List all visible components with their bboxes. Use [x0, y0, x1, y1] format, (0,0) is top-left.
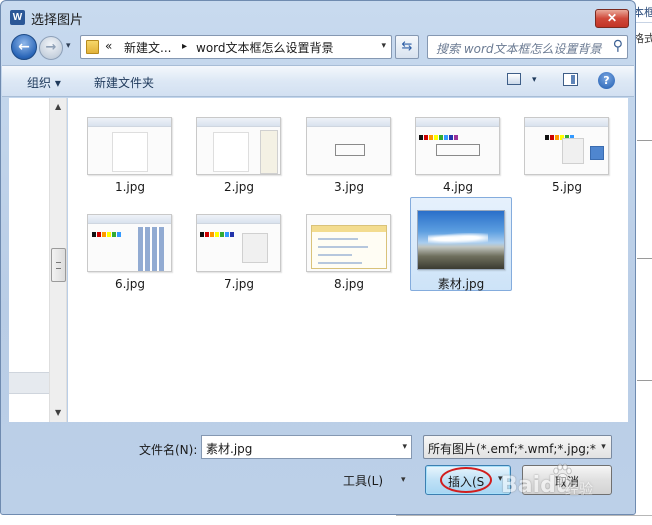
folder-icon — [86, 40, 99, 54]
help-icon[interactable]: ? — [598, 72, 615, 89]
file-item-6[interactable]: 6.jpg — [79, 208, 181, 302]
background-doc-line — [637, 380, 652, 381]
file-type-dropdown-icon[interactable]: ▾ — [596, 436, 611, 458]
file-name: 5.jpg — [551, 180, 583, 194]
address-bar[interactable]: « 新建文... ▸ word文本框怎么设置背景 ▾ — [80, 35, 392, 59]
organize-button[interactable]: 组织 ▾ — [27, 74, 61, 91]
navigation-pane[interactable] — [9, 98, 49, 422]
filename-input[interactable]: 素材.jpg ▾ — [201, 435, 412, 459]
file-item-7[interactable]: 7.jpg — [188, 208, 290, 302]
file-name: 3.jpg — [333, 180, 365, 194]
file-type-select[interactable]: 所有图片(*.emf;*.wmf;*.jpg;*.jpeg;*.png) ▾ — [423, 435, 612, 459]
file-thumbnail — [306, 214, 391, 272]
file-item-8[interactable]: 8.jpg — [298, 208, 400, 302]
search-icon[interactable]: ⚲ — [613, 38, 623, 54]
insert-button[interactable]: 插入(S ▾ — [425, 465, 511, 495]
file-thumbnail — [87, 214, 172, 272]
search-placeholder: 搜索 word文本框怎么设置背景 — [436, 42, 602, 56]
search-input[interactable]: 搜索 word文本框怎么设置背景 ⚲ — [427, 35, 628, 59]
forward-button[interactable]: → — [39, 36, 63, 60]
dialog-title: 选择图片 — [31, 13, 84, 28]
file-item-4[interactable]: 4.jpg — [407, 111, 509, 205]
background-doc-line — [637, 140, 652, 141]
close-button[interactable]: ✕ — [595, 9, 629, 28]
file-name: 4.jpg — [442, 180, 474, 194]
breadcrumb-overflow[interactable]: « — [105, 39, 112, 53]
file-thumbnail — [87, 117, 172, 175]
preview-pane-icon[interactable] — [563, 73, 578, 86]
recent-locations-dropdown[interactable]: ▾ — [66, 41, 71, 51]
insert-picture-dialog: W 选择图片 ✕ ← → ▾ « 新建文... ▸ word文本框怎么设置背景 … — [0, 0, 636, 515]
change-view-icon[interactable] — [507, 73, 521, 85]
file-name: 6.jpg — [114, 277, 146, 291]
file-thumbnail — [524, 117, 609, 175]
vertical-scrollbar[interactable]: ▲ ▼ — [49, 98, 67, 422]
background-doc-bottom-rule — [396, 515, 652, 525]
breadcrumb-item-parent[interactable]: 新建文... — [124, 39, 171, 56]
breadcrumb-item-current[interactable]: word文本框怎么设置背景 — [196, 39, 334, 56]
file-name: 2.jpg — [223, 180, 255, 194]
filename-label: 文件名(N): — [139, 443, 198, 457]
scroll-up-icon[interactable]: ▲ — [55, 102, 61, 111]
new-folder-button[interactable]: 新建文件夹 — [94, 74, 154, 91]
file-item-2[interactable]: 2.jpg — [188, 111, 290, 205]
filename-value: 素材.jpg — [206, 442, 253, 456]
background-doc-line — [637, 258, 652, 259]
file-type-value: 所有图片(*.emf;*.wmf;*.jpg;*.jpeg;*.png) — [428, 442, 611, 456]
file-name: 7.jpg — [223, 277, 255, 291]
back-button[interactable]: ← — [11, 34, 37, 60]
file-item-5[interactable]: 5.jpg — [516, 111, 618, 205]
tools-button[interactable]: 工具(L) — [343, 472, 383, 489]
title-bar[interactable]: W 选择图片 ✕ — [1, 1, 635, 31]
file-name: 1.jpg — [114, 180, 146, 194]
insert-dropdown-icon[interactable]: ▾ — [498, 474, 503, 484]
cancel-button[interactable]: 取消 — [522, 465, 612, 495]
word-app-icon: W — [10, 10, 25, 25]
file-thumbnail — [417, 210, 505, 270]
file-thumbnail — [196, 117, 281, 175]
filename-dropdown-icon[interactable]: ▾ — [402, 442, 407, 452]
tools-dropdown-icon[interactable]: ▾ — [401, 475, 406, 485]
file-item-3[interactable]: 3.jpg — [298, 111, 400, 205]
file-item-1[interactable]: 1.jpg — [79, 111, 181, 205]
cancel-button-label: 取消 — [554, 475, 579, 489]
file-list[interactable]: 1.jpg 2.jpg 3.jpg 4.jpg 5.jpg 6.jpg 7.jp… — [68, 98, 628, 422]
file-thumbnail — [196, 214, 281, 272]
address-dropdown-icon[interactable]: ▾ — [381, 41, 386, 51]
file-name: 8.jpg — [333, 277, 365, 291]
scrollbar-thumb[interactable] — [51, 248, 66, 282]
file-thumbnail — [415, 117, 500, 175]
command-toolbar: 组织 ▾ 新建文件夹 ▾ ? — [2, 65, 634, 97]
refresh-button[interactable]: ⇆ — [395, 35, 419, 59]
file-item-selected[interactable]: 素材.jpg — [410, 197, 512, 291]
background-doc-bottom — [0, 515, 396, 525]
view-options-dropdown-icon[interactable]: ▾ — [532, 75, 537, 85]
file-name: 素材.jpg — [437, 277, 485, 291]
navigation-pane-item[interactable] — [9, 372, 49, 394]
file-thumbnail — [306, 117, 391, 175]
breadcrumb-separator-icon[interactable]: ▸ — [182, 41, 187, 52]
insert-button-label: 插入(S — [448, 475, 485, 489]
scroll-down-icon[interactable]: ▼ — [55, 408, 61, 417]
